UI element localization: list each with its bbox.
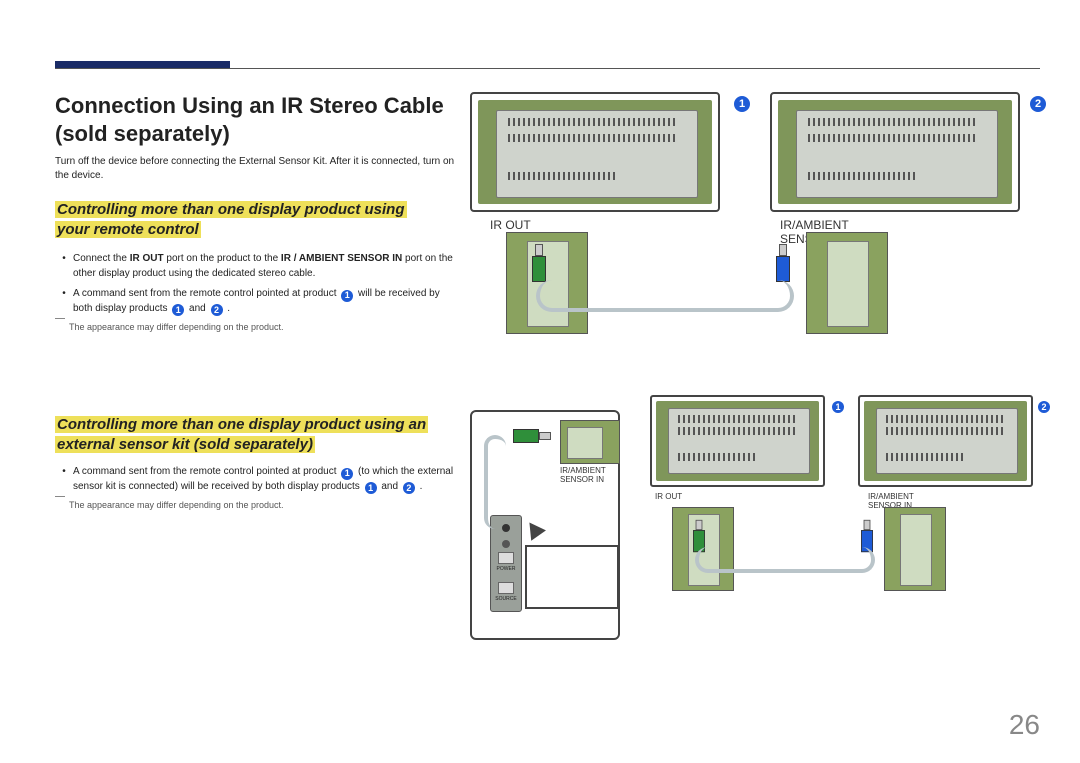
jack-plug-green-icon bbox=[513, 429, 551, 443]
bullet-dot: • bbox=[55, 287, 73, 316]
bullets-section-1: • Connect the IR OUT port on the product… bbox=[55, 252, 455, 332]
badge-1-icon: 1 bbox=[341, 290, 353, 302]
header-rule bbox=[55, 68, 1040, 69]
subheading-external-kit: Controlling more than one display produc… bbox=[55, 415, 428, 456]
sensor-cable-segment bbox=[484, 435, 506, 529]
title-l1: Connection Using an IR Stereo Cable bbox=[55, 93, 444, 118]
label-ir-out-small: IR OUT bbox=[655, 493, 682, 502]
header-accent bbox=[55, 61, 230, 68]
stereo-cable-small bbox=[695, 547, 875, 573]
label-ir-out: IR OUT bbox=[490, 218, 531, 232]
badge-2-icon: 2 bbox=[1038, 401, 1050, 413]
display-2-rear bbox=[770, 92, 1020, 212]
bullet-text: Connect the IR OUT port on the product t… bbox=[73, 252, 455, 281]
diagram-external-sensor: IR/AMBIENT SENSOR IN POWER SOURCE 1 bbox=[470, 395, 1040, 645]
badge-2-icon: 2 bbox=[1030, 96, 1046, 112]
jack-plug-blue-icon bbox=[776, 244, 790, 282]
badge-1: 1 bbox=[732, 92, 752, 112]
footnote: The appearance may differ depending on t… bbox=[55, 500, 455, 510]
bullets-section-2: • A command sent from the remote control… bbox=[55, 465, 455, 510]
sub1-l1: Controlling more than one display produc… bbox=[55, 201, 407, 218]
badge-1-small: 1 bbox=[830, 395, 846, 413]
intro-text: Turn off the device before connecting th… bbox=[55, 155, 455, 182]
page-number: 26 bbox=[1009, 709, 1040, 741]
badge-1-icon: 1 bbox=[832, 401, 844, 413]
bullet-item: • A command sent from the remote control… bbox=[55, 287, 455, 316]
port-slot-small-right bbox=[884, 507, 946, 591]
subheading-remote: Controlling more than one display produc… bbox=[55, 200, 407, 241]
sub2-l2: external sensor kit (sold separately) bbox=[55, 436, 315, 453]
manual-page: { "page_number": "26", "title_line1": "C… bbox=[0, 0, 1080, 763]
badge-2-icon: 2 bbox=[211, 304, 223, 316]
jack-plug-green-icon bbox=[532, 244, 546, 282]
badge-2-icon: 2 bbox=[403, 482, 415, 494]
page-title: Connection Using an IR Stereo Cable (sol… bbox=[55, 92, 444, 147]
label-ir-in-small: IR/AMBIENT SENSOR IN bbox=[560, 467, 606, 485]
badge-1-icon: 1 bbox=[365, 482, 377, 494]
sub2-l1: Controlling more than one display produc… bbox=[55, 416, 428, 433]
footnote: The appearance may differ depending on t… bbox=[55, 322, 455, 332]
badge-2: 2 bbox=[1028, 92, 1048, 112]
port-slot-right bbox=[806, 232, 888, 334]
badge-1-icon: 1 bbox=[341, 468, 353, 480]
diagram-ir-stereo: 1 2 IR OUT IR/AMBIENT SENSOR IN bbox=[470, 92, 1040, 317]
badge-1-icon: 1 bbox=[734, 96, 750, 112]
bullet-dot: • bbox=[55, 252, 73, 281]
title-l2: (sold separately) bbox=[55, 121, 230, 146]
sensor-port-block bbox=[560, 420, 620, 464]
display-2-rear-small bbox=[858, 395, 1033, 487]
badge-1-icon: 1 bbox=[172, 304, 184, 316]
sub1-l2: your remote control bbox=[55, 221, 201, 238]
display-1-rear-small bbox=[650, 395, 825, 487]
badge-2-small: 2 bbox=[1036, 395, 1052, 413]
bullet-text: A command sent from the remote control p… bbox=[73, 287, 455, 316]
display-1-rear bbox=[470, 92, 720, 212]
bullet-dot: • bbox=[55, 465, 73, 494]
external-receiver-box bbox=[525, 545, 619, 609]
external-sensor-device: POWER SOURCE bbox=[490, 515, 522, 612]
bullet-item: • Connect the IR OUT port on the product… bbox=[55, 252, 455, 281]
bullet-text: A command sent from the remote control p… bbox=[73, 465, 455, 494]
bullet-item: • A command sent from the remote control… bbox=[55, 465, 455, 494]
stereo-cable bbox=[536, 280, 794, 312]
